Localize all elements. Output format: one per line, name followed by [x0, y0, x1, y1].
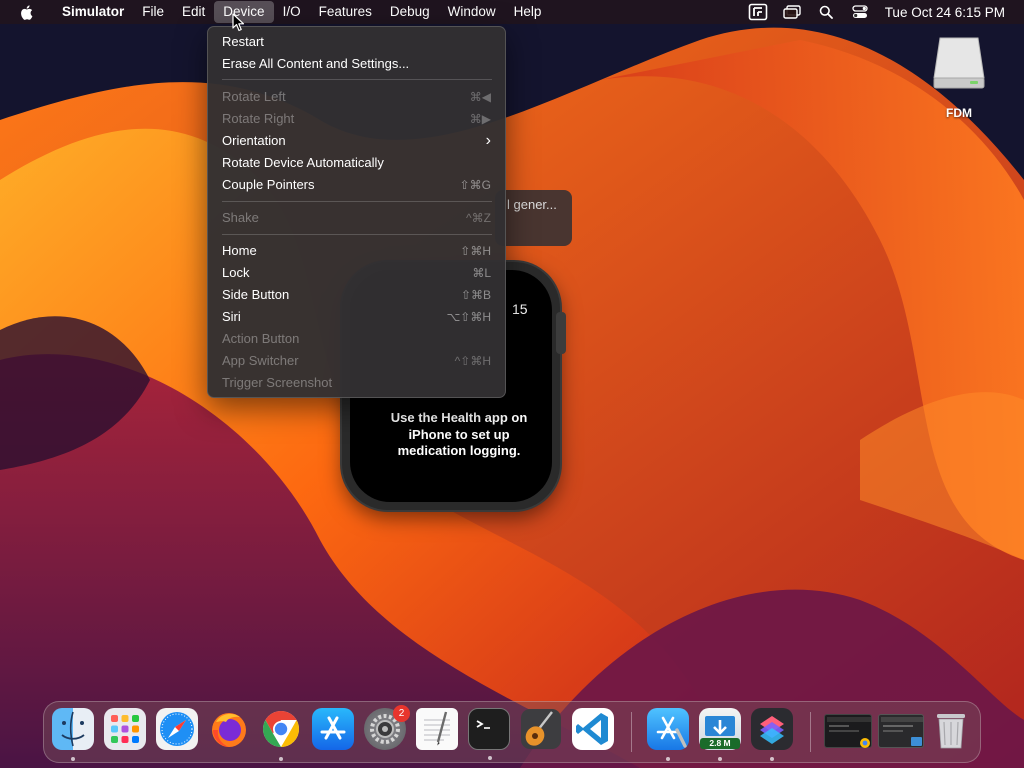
downloader-icon[interactable]: 2.8 M — [699, 708, 741, 761]
xcode-icon[interactable] — [647, 708, 689, 761]
shortcuts-icon[interactable] — [751, 708, 793, 761]
minimized-window-2[interactable] — [878, 714, 924, 748]
menu-item-label: Siri — [222, 309, 241, 324]
digital-crown[interactable] — [556, 312, 566, 354]
watch-time: 15 — [512, 301, 528, 317]
apple-icon[interactable] — [19, 3, 37, 21]
running-indicator — [718, 757, 722, 761]
vscode-icon[interactable] — [572, 708, 614, 750]
menu-item-restart[interactable]: Restart — [222, 31, 492, 53]
menu-item-action-button: Action Button — [222, 328, 492, 350]
menu-item-shortcut: ⇧⌘B — [460, 288, 491, 302]
watch-message: Use the Health app on iPhone to set up m… — [390, 410, 528, 458]
garageband-icon[interactable] — [520, 708, 562, 750]
menu-features[interactable]: Features — [310, 1, 381, 23]
menu-item-trigger-screenshot: Trigger Screenshot — [222, 372, 492, 394]
screen-record-icon[interactable] — [748, 3, 768, 21]
menu-item-orientation[interactable]: Orientation › — [222, 130, 492, 152]
spotlight-search-icon[interactable] — [816, 3, 836, 21]
menubar-clock[interactable]: Tue Oct 24 6:15 PM — [885, 5, 1005, 20]
menu-item-shortcut: ⌘L — [472, 266, 491, 280]
menu-item-siri[interactable]: Siri ⌥⇧⌘H — [222, 306, 492, 328]
menu-item-label: Orientation — [222, 133, 286, 148]
menu-item-label: Rotate Device Automatically — [222, 155, 384, 170]
menu-item-label: Lock — [222, 265, 250, 280]
menu-window[interactable]: Window — [439, 1, 505, 23]
screen-mirroring-icon[interactable] — [782, 3, 802, 21]
menu-item-label: Restart — [222, 34, 264, 49]
terminal-icon[interactable] — [468, 708, 510, 760]
dock-separator — [810, 712, 811, 752]
menu-item-label: Couple Pointers — [222, 177, 315, 192]
menu-item-shortcut: ^⇧⌘H — [454, 354, 491, 368]
running-indicator — [770, 757, 774, 761]
menu-bar: Simulator File Edit Device I/O Features … — [0, 0, 1024, 24]
menu-help[interactable]: Help — [505, 1, 551, 23]
desktop-drive-fdm[interactable]: FDM — [924, 34, 994, 120]
menu-item-rotate-right: Rotate Right ⌘▶ — [222, 108, 492, 130]
menu-item-label: Erase All Content and Settings... — [222, 56, 410, 71]
toast-text: l gener... — [507, 197, 557, 212]
menu-separator — [222, 79, 492, 80]
menu-item-home[interactable]: Home ⇧⌘H — [222, 240, 492, 262]
trash-icon[interactable] — [930, 708, 972, 750]
menu-item-label: Action Button — [222, 331, 300, 346]
menu-separator — [222, 234, 492, 235]
menu-item-couple-pointers[interactable]: Couple Pointers ⇧⌘G — [222, 174, 492, 196]
drive-label: FDM — [946, 106, 972, 120]
menu-item-shortcut: ⌥⇧⌘H — [446, 310, 491, 324]
menu-item-erase-all[interactable]: Erase All Content and Settings... — [222, 53, 492, 75]
dock-separator — [631, 712, 632, 752]
notification-badge: 2 — [393, 705, 410, 722]
textedit-icon[interactable] — [416, 708, 458, 750]
menu-item-lock[interactable]: Lock ⌘L — [222, 262, 492, 284]
chrome-icon[interactable] — [260, 708, 302, 761]
menu-item-side-button[interactable]: Side Button ⇧⌘B — [222, 284, 492, 306]
safari-icon[interactable] — [156, 708, 198, 750]
menu-item-shortcut: ⇧⌘H — [460, 244, 491, 258]
running-indicator — [71, 757, 75, 761]
menu-app-name[interactable]: Simulator — [53, 1, 133, 23]
app-store-icon[interactable] — [312, 708, 354, 750]
menu-debug[interactable]: Debug — [381, 1, 439, 23]
download-size-label: 2.8 M — [700, 738, 740, 749]
menu-item-label: Home — [222, 243, 257, 258]
finder-icon[interactable] — [52, 708, 94, 761]
control-center-icon[interactable] — [850, 3, 870, 21]
external-drive-icon — [930, 34, 988, 92]
menu-item-shortcut: ⌘▶ — [469, 112, 491, 126]
notification-toast: l gener... — [495, 190, 572, 246]
menu-item-label: Side Button — [222, 287, 290, 302]
menu-io[interactable]: I/O — [274, 1, 310, 23]
running-indicator — [279, 757, 283, 761]
running-indicator — [488, 756, 492, 760]
menu-item-rotate-automatically[interactable]: Rotate Device Automatically — [222, 152, 492, 174]
menu-item-label: Shake — [222, 210, 259, 225]
menu-item-app-switcher: App Switcher ^⇧⌘H — [222, 350, 492, 372]
device-menu-dropdown: Restart Erase All Content and Settings..… — [207, 26, 506, 398]
launchpad-icon[interactable] — [104, 708, 146, 750]
menu-item-shortcut: ^⌘Z — [466, 211, 491, 225]
menu-item-label: Trigger Screenshot — [222, 375, 333, 390]
menu-item-label: Rotate Right — [222, 111, 295, 126]
system-settings-icon[interactable]: 2 — [364, 705, 410, 750]
menu-item-shake: Shake ^⌘Z — [222, 207, 492, 229]
menu-separator — [222, 201, 492, 202]
menu-item-shortcut: ⌘◀ — [469, 90, 491, 104]
menu-file[interactable]: File — [133, 1, 173, 23]
dock: 2 2.8 M — [43, 701, 981, 763]
menu-item-label: App Switcher — [222, 353, 299, 368]
mouse-cursor-icon — [232, 13, 246, 33]
menu-item-shortcut: ⇧⌘G — [459, 178, 491, 192]
minimized-window-1[interactable] — [824, 714, 872, 748]
menu-item-label: Rotate Left — [222, 89, 286, 104]
firefox-icon[interactable] — [208, 708, 250, 750]
running-indicator — [666, 757, 670, 761]
chevron-right-icon: › — [485, 132, 491, 149]
menu-item-rotate-left: Rotate Left ⌘◀ — [222, 86, 492, 108]
menu-edit[interactable]: Edit — [173, 1, 214, 23]
